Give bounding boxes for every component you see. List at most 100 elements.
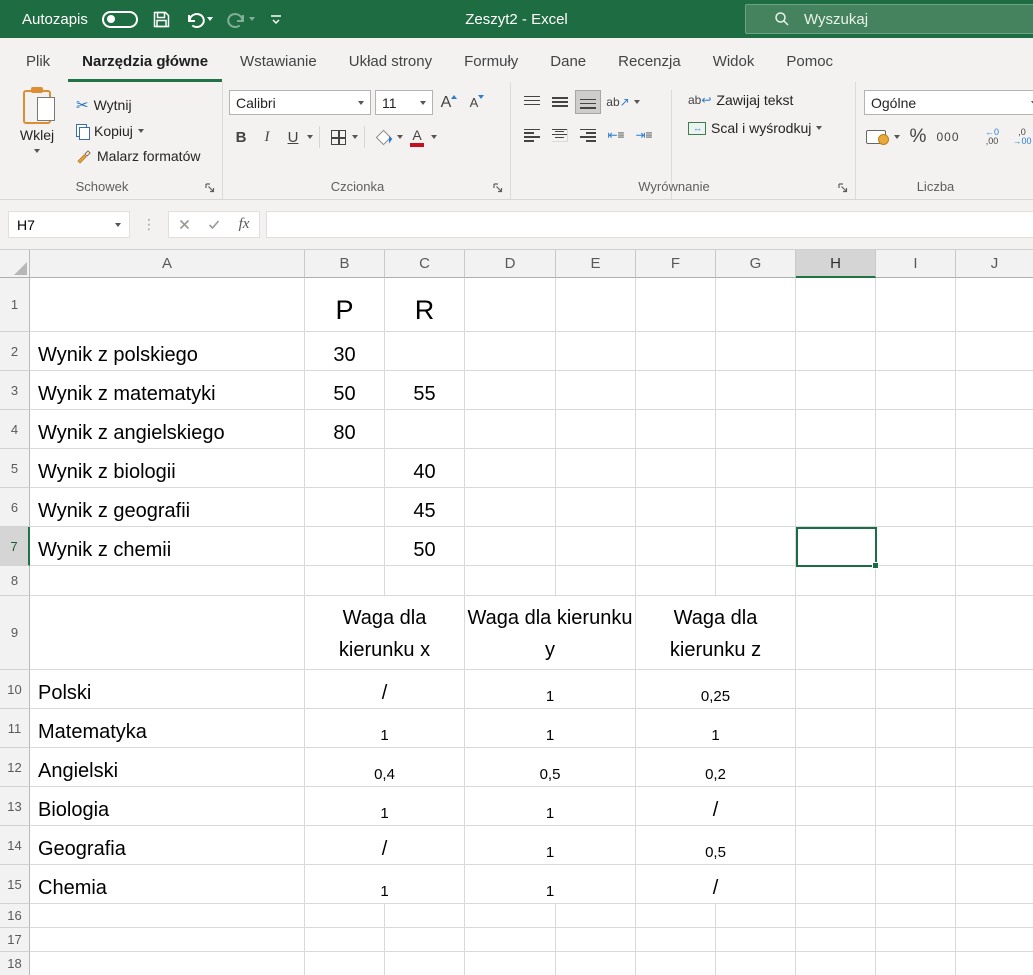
cell-d10-e10-merged[interactable]: 1 xyxy=(465,670,636,709)
redo-dropdown-icon[interactable] xyxy=(249,17,255,21)
cell-h13[interactable] xyxy=(796,787,876,826)
cell-j11[interactable] xyxy=(956,709,1033,748)
cell-i4[interactable] xyxy=(876,410,956,449)
cell-c7[interactable]: 50 xyxy=(385,527,465,566)
cell-h4[interactable] xyxy=(796,410,876,449)
tab-pomoc[interactable]: Pomoc xyxy=(772,43,847,82)
tab-uklad-strony[interactable]: Układ strony xyxy=(335,43,446,82)
cell-d13-e13-merged[interactable]: 1 xyxy=(465,787,636,826)
row-header-7[interactable]: 7 xyxy=(0,527,30,566)
cell-h1[interactable] xyxy=(796,278,876,332)
cell-i12[interactable] xyxy=(876,748,956,787)
cell-e7[interactable] xyxy=(556,527,636,566)
cancel-button[interactable] xyxy=(169,212,199,237)
align-bottom-button[interactable] xyxy=(575,90,601,114)
cell-f6[interactable] xyxy=(636,488,716,527)
row-header-11[interactable]: 11 xyxy=(0,709,30,748)
insert-function-button[interactable]: fx xyxy=(229,212,259,237)
orientation-button[interactable]: ab↗ xyxy=(603,90,643,114)
column-header-d[interactable]: D xyxy=(465,250,556,278)
cell-f2[interactable] xyxy=(636,332,716,371)
accounting-dropdown-icon[interactable] xyxy=(894,135,900,139)
cell-f12-g12-merged[interactable]: 0,2 xyxy=(636,748,796,787)
column-header-j[interactable]: J xyxy=(956,250,1033,278)
row-header-1[interactable]: 1 xyxy=(0,278,30,332)
cell-e17[interactable] xyxy=(556,928,636,952)
cell-a18[interactable] xyxy=(30,952,305,975)
cell-f18[interactable] xyxy=(636,952,716,975)
undo-dropdown-icon[interactable] xyxy=(207,17,213,21)
cell-f15-g15-merged[interactable]: / xyxy=(636,865,796,904)
cell-h8[interactable] xyxy=(796,566,876,596)
cell-f4[interactable] xyxy=(636,410,716,449)
cell-a7[interactable]: Wynik z chemii xyxy=(30,527,305,566)
cell-j17[interactable] xyxy=(956,928,1033,952)
cell-f8[interactable] xyxy=(636,566,716,596)
alignment-dialog-launcher-icon[interactable] xyxy=(837,182,849,194)
cell-b2[interactable]: 30 xyxy=(305,332,385,371)
cell-f10-g10-merged[interactable]: 0,25 xyxy=(636,670,796,709)
percent-style-button[interactable]: % xyxy=(906,125,930,149)
number-format-select[interactable]: Ogólne xyxy=(864,90,1033,115)
cell-i16[interactable] xyxy=(876,904,956,928)
cell-c5[interactable]: 40 xyxy=(385,449,465,488)
cell-j13[interactable] xyxy=(956,787,1033,826)
align-right-button[interactable] xyxy=(575,123,601,147)
row-header-4[interactable]: 4 xyxy=(0,410,30,449)
column-header-c[interactable]: C xyxy=(385,250,465,278)
cell-i8[interactable] xyxy=(876,566,956,596)
autosave-toggle[interactable] xyxy=(102,11,138,28)
row-header-10[interactable]: 10 xyxy=(0,670,30,709)
font-name-select[interactable]: Calibri xyxy=(229,90,371,115)
cell-i13[interactable] xyxy=(876,787,956,826)
cell-d11-e11-merged[interactable]: 1 xyxy=(465,709,636,748)
cell-a14[interactable]: Geografia xyxy=(30,826,305,865)
cell-d7[interactable] xyxy=(465,527,556,566)
cell-i14[interactable] xyxy=(876,826,956,865)
cell-j6[interactable] xyxy=(956,488,1033,527)
cell-f17[interactable] xyxy=(636,928,716,952)
cell-g18[interactable] xyxy=(716,952,796,975)
cell-b9-c9-merged[interactable]: Waga dla kierunku x xyxy=(305,596,465,670)
cell-f7[interactable] xyxy=(636,527,716,566)
column-header-i[interactable]: I xyxy=(876,250,956,278)
cell-g7[interactable] xyxy=(716,527,796,566)
cell-a2[interactable]: Wynik z polskiego xyxy=(30,332,305,371)
cell-j15[interactable] xyxy=(956,865,1033,904)
cell-i10[interactable] xyxy=(876,670,956,709)
cell-a16[interactable] xyxy=(30,904,305,928)
accounting-format-button[interactable] xyxy=(864,125,888,149)
cell-h5[interactable] xyxy=(796,449,876,488)
cell-g4[interactable] xyxy=(716,410,796,449)
cell-f5[interactable] xyxy=(636,449,716,488)
cell-g2[interactable] xyxy=(716,332,796,371)
cell-h2[interactable] xyxy=(796,332,876,371)
cell-j14[interactable] xyxy=(956,826,1033,865)
cell-j10[interactable] xyxy=(956,670,1033,709)
cell-e3[interactable] xyxy=(556,371,636,410)
cell-g8[interactable] xyxy=(716,566,796,596)
row-header-6[interactable]: 6 xyxy=(0,488,30,527)
row-header-15[interactable]: 15 xyxy=(0,865,30,904)
cell-b16[interactable] xyxy=(305,904,385,928)
fill-color-button[interactable] xyxy=(371,125,395,149)
increase-indent-button[interactable]: ⇥≡ xyxy=(631,123,657,147)
cell-f14-g14-merged[interactable]: 0,5 xyxy=(636,826,796,865)
cell-a6[interactable]: Wynik z geografii xyxy=(30,488,305,527)
clipboard-dialog-launcher-icon[interactable] xyxy=(204,182,216,194)
cell-j5[interactable] xyxy=(956,449,1033,488)
cell-h17[interactable] xyxy=(796,928,876,952)
column-header-a[interactable]: A xyxy=(30,250,305,278)
copy-dropdown-icon[interactable] xyxy=(138,129,144,133)
cell-j8[interactable] xyxy=(956,566,1033,596)
grow-font-button[interactable]: A xyxy=(437,91,461,115)
row-header-16[interactable]: 16 xyxy=(0,904,30,928)
cell-a1[interactable] xyxy=(30,278,305,332)
column-header-f[interactable]: F xyxy=(636,250,716,278)
font-color-dropdown-icon[interactable] xyxy=(431,135,437,139)
cell-d3[interactable] xyxy=(465,371,556,410)
cell-d2[interactable] xyxy=(465,332,556,371)
align-left-button[interactable] xyxy=(519,123,545,147)
cell-a9[interactable] xyxy=(30,596,305,670)
cell-d1[interactable] xyxy=(465,278,556,332)
